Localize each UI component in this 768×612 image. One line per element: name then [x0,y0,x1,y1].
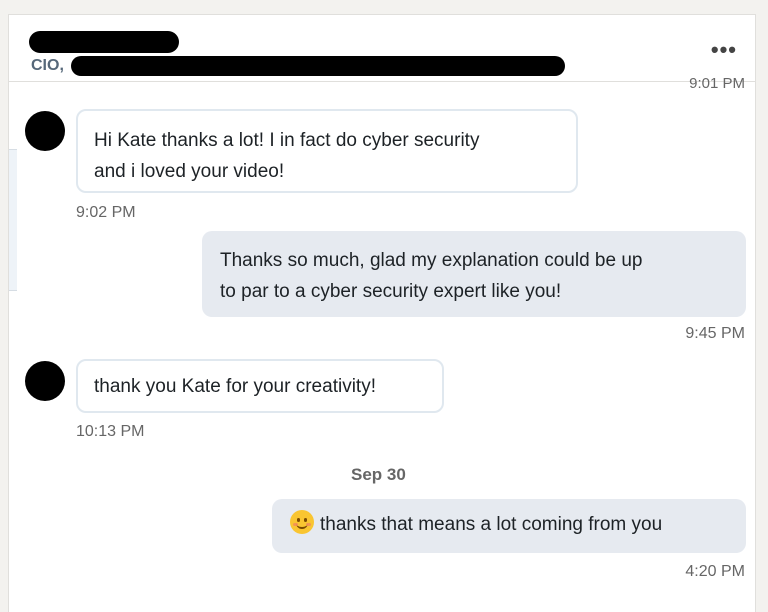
timestamp-clipped: 9:01 PM [689,75,745,92]
message-bubble-outgoing: thanks that means a lot coming from you [272,499,746,553]
message-text: thank you Kate for your creativity! [94,376,376,397]
avatar[interactable] [25,111,65,151]
message-text: thanks that means a lot coming from you [320,514,663,535]
contact-headline: CIO, [31,57,64,74]
message-timestamp: 9:45 PM [685,325,745,342]
adjacent-list-edge [9,149,17,291]
message-bubble-incoming: Hi Kate thanks a lot! I in fact do cyber… [76,109,578,193]
smiling-face-emoji-icon [290,510,314,534]
redaction-mark-name [29,31,179,53]
message-timestamp: 4:20 PM [685,563,745,580]
avatar[interactable] [25,361,65,401]
message-text: Hi Kate thanks a lot! I in fact do cyber… [94,130,480,151]
message-text: and i loved your video! [94,161,285,182]
conversation-header: CIO, ••• [9,15,755,82]
message-text: Thanks so much, glad my explanation coul… [220,250,643,271]
conversation-panel: CIO, ••• 9:01 PM Hi Kate thanks a lot! I… [8,14,756,612]
message-timestamp: 9:02 PM [76,204,136,221]
message-timestamp: 10:13 PM [76,423,145,440]
more-options-button[interactable]: ••• [711,37,737,63]
date-separator: Sep 30 [351,465,406,484]
message-text: to par to a cyber security expert like y… [220,281,562,302]
redaction-mark-headline [71,56,565,76]
message-bubble-outgoing: Thanks so much, glad my explanation coul… [202,231,746,317]
message-bubble-incoming: thank you Kate for your creativity! [76,359,444,413]
